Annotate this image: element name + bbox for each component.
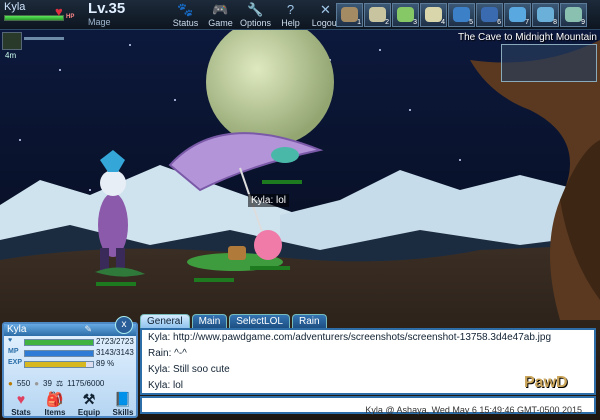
- gold-value: 550: [16, 379, 31, 388]
- skill-key: 9: [581, 19, 585, 26]
- moon: [206, 18, 334, 146]
- timestamp: Kyla @ Ashaya, Wed May 6 15:49:46 GMT-05…: [365, 405, 582, 415]
- hp-bar: [24, 339, 94, 346]
- hp-tag: HP: [66, 14, 75, 20]
- currency-row: ● 550 ● 39 ⚖ 1175/6000: [8, 379, 104, 388]
- player-class: Mage: [88, 17, 111, 27]
- menu-status[interactable]: 🐾 Status: [168, 2, 203, 30]
- hp-value: 2723/2723: [96, 337, 134, 346]
- skill-slot[interactable]: 2: [364, 3, 391, 27]
- skill-key: 4: [441, 19, 445, 26]
- menu-help[interactable]: ? Help: [273, 2, 308, 30]
- bag-icon: 🎒: [46, 391, 64, 407]
- panel-close-button[interactable]: x: [115, 316, 133, 334]
- mp-value: 3143/3143: [96, 348, 134, 357]
- skill-icon: [397, 7, 414, 22]
- skill-slot[interactable]: 1: [336, 3, 363, 27]
- paw-icon: 🐾: [177, 2, 194, 17]
- player-panel: Kyla ✎ ♥ 2723/2723 MP 3143/3143 EXP 89 %…: [2, 322, 138, 418]
- items-button[interactable]: 🎒 Items: [40, 391, 70, 417]
- gold-icon: ●: [8, 379, 13, 388]
- exp-label: EXP: [8, 359, 23, 366]
- skill-key: 6: [497, 19, 501, 26]
- skill-slot[interactable]: 5: [448, 3, 475, 27]
- chat-message: Kyla: http://www.pawdgame.com/adventurer…: [148, 332, 552, 343]
- skill-slot[interactable]: 9: [560, 3, 587, 27]
- wrench-icon: 🔧: [247, 2, 264, 17]
- silver-value: 39: [43, 379, 52, 388]
- equip-button[interactable]: ⚒ Equip: [74, 391, 104, 417]
- tab-general[interactable]: General: [140, 314, 190, 328]
- skill-key: 2: [385, 19, 389, 26]
- heart-icon: ♥: [16, 391, 26, 407]
- menu-options[interactable]: 🔧 Options: [238, 2, 273, 30]
- tab-main[interactable]: Main: [191, 314, 228, 328]
- skill-icon: [341, 7, 358, 22]
- pencil-icon[interactable]: ✎: [84, 324, 92, 335]
- skill-icon: [369, 7, 386, 22]
- mp-label: MP: [8, 348, 19, 355]
- exp-value: 89 %: [96, 359, 115, 368]
- tab-rain[interactable]: Rain: [291, 314, 327, 328]
- top-bar: Kyla ♥ HP Lv.35 Mage 🐾 Status 🎮 Game 🔧 O…: [0, 0, 600, 30]
- skill-key: 1: [357, 19, 361, 26]
- buff-bar: [24, 37, 64, 40]
- exp-row: EXP 89 %: [6, 359, 134, 369]
- book-icon: 📘: [114, 391, 132, 407]
- skill-slot[interactable]: 6: [476, 3, 503, 27]
- hammer-icon: ⚒: [82, 391, 96, 407]
- skill-icon: [565, 7, 582, 22]
- tab-selectlol[interactable]: SelectLOL: [229, 314, 290, 328]
- skill-key: 7: [525, 19, 529, 26]
- heart-icon: ♥: [8, 337, 13, 344]
- skill-icon: [509, 7, 526, 22]
- chat-bubble: Kyla: lol: [248, 194, 290, 207]
- location-name: The Cave to Midnight Mountain: [458, 32, 597, 43]
- hp-row: ♥ 2723/2723: [6, 337, 134, 347]
- mp-row: MP 3143/3143: [6, 348, 134, 358]
- main-menu: 🐾 Status 🎮 Game 🔧 Options ? Help ✕ Logou…: [168, 2, 343, 30]
- skill-slot[interactable]: 7: [504, 3, 531, 27]
- mp-bar: [24, 350, 94, 357]
- skill-hotbar: 1 2 3 4 5 6 7 8 9: [336, 3, 587, 27]
- gamepad-icon: 🎮: [212, 2, 229, 17]
- skill-icon: [425, 7, 442, 22]
- player-level: Lv.35: [88, 0, 126, 17]
- skill-slot[interactable]: 4: [420, 3, 447, 27]
- weight-icon: ⚖: [55, 379, 64, 388]
- weight-value: 1175/6000: [67, 379, 105, 388]
- chat-message: Rain: ^-^: [148, 348, 187, 359]
- exp-bar: [24, 361, 94, 368]
- chat-tabs: General Main SelectLOL Rain: [140, 314, 327, 328]
- skill-icon: [537, 7, 554, 22]
- stats-button[interactable]: ♥ Stats: [6, 391, 36, 417]
- skill-icon: [481, 7, 498, 22]
- buff-icon[interactable]: [2, 32, 22, 50]
- skill-key: 5: [469, 19, 473, 26]
- panel-actions: ♥ Stats 🎒 Items ⚒ Equip 📘 Skills: [6, 391, 138, 417]
- skill-slot[interactable]: 8: [532, 3, 559, 27]
- skills-button[interactable]: 📘 Skills: [108, 391, 138, 417]
- buff-time: 4m: [5, 51, 17, 60]
- menu-game[interactable]: 🎮 Game: [203, 2, 238, 30]
- pawd-logo: PawD: [524, 374, 568, 391]
- silver-icon: ●: [34, 379, 40, 388]
- help-icon: ?: [286, 2, 295, 17]
- player-name: Kyla: [4, 1, 26, 13]
- minimap[interactable]: [501, 44, 597, 82]
- skill-slot[interactable]: 3: [392, 3, 419, 27]
- skill-key: 8: [553, 19, 557, 26]
- skill-key: 3: [413, 19, 417, 26]
- skill-icon: [453, 7, 470, 22]
